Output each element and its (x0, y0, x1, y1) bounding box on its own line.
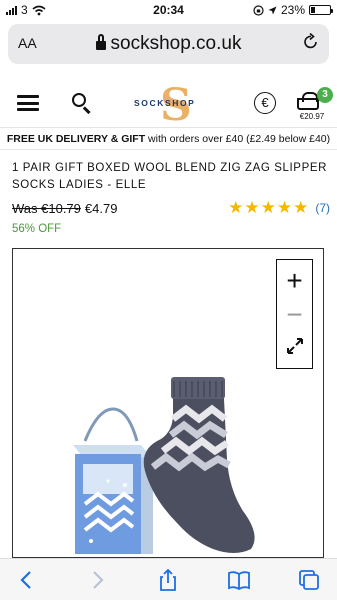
discount-label: 56% OFF (12, 223, 62, 235)
star-icon: ★ (228, 198, 244, 217)
forward-icon[interactable] (84, 567, 110, 593)
basket-button[interactable]: 3 €20.97 (295, 87, 333, 122)
delivery-headline: FREE UK DELIVERY & GIFT (6, 133, 146, 145)
hamburger-icon[interactable] (17, 95, 39, 111)
location-icon (268, 6, 277, 14)
basket-count-badge: 3 (317, 87, 333, 103)
site-header: S SOCKSHOP € 3 €20.97 (0, 78, 337, 131)
delivery-detail: with orders over £40 (£2.49 below £40) (145, 133, 331, 145)
currency-selector[interactable]: € (254, 92, 276, 114)
lock-icon (95, 34, 106, 50)
euro-icon: € (261, 95, 269, 110)
tabs-icon[interactable] (296, 567, 322, 593)
status-bar: 3 20:34 23% (0, 0, 337, 20)
url-field[interactable]: sockshop.co.uk (8, 33, 329, 55)
zoom-in-button[interactable]: + (277, 266, 312, 296)
orientation-lock-icon (253, 4, 264, 16)
search-icon[interactable] (72, 93, 92, 114)
back-icon[interactable] (14, 567, 40, 593)
url-text: sockshop.co.uk (110, 33, 242, 54)
price-row: Was €10.79 €4.79 ★ ★ ★ ★ ★ (7) (12, 199, 330, 220)
reload-icon[interactable] (303, 32, 319, 55)
delivery-banner[interactable]: FREE UK DELIVERY & GIFT with orders over… (0, 128, 337, 150)
share-icon[interactable] (155, 567, 181, 593)
star-icon: ★ (276, 198, 293, 217)
product-image-viewer[interactable]: + − (12, 248, 324, 558)
basket-total: €20.97 (299, 112, 325, 121)
zoom-out-button[interactable]: − (277, 300, 312, 330)
status-right: 23% (253, 3, 333, 17)
star-icon: ★ (293, 198, 309, 217)
star-icon: ★ (260, 198, 276, 217)
was-price: Was €10.79 (12, 201, 81, 216)
bookmarks-icon[interactable] (226, 567, 252, 593)
basket-icon (297, 92, 319, 110)
star-icon: ★ (244, 198, 260, 217)
browser-toolbar (0, 558, 337, 600)
address-bar[interactable]: AA sockshop.co.uk (8, 24, 329, 64)
zoom-controls: + − (276, 259, 313, 369)
sock-illustration (143, 377, 255, 553)
battery-icon (309, 5, 333, 15)
fullscreen-icon[interactable] (285, 336, 305, 356)
site-logo[interactable]: S SOCKSHOP (134, 80, 208, 131)
current-price: €4.79 (84, 201, 118, 216)
battery-percent: 23% (280, 3, 305, 17)
gift-box-illustration (73, 407, 153, 554)
rating[interactable]: ★ ★ ★ ★ ★ (7) (228, 199, 330, 217)
product-title: 1 PAIR GIFT BOXED WOOL BLEND ZIG ZAG SLI… (12, 162, 328, 191)
review-count-link[interactable]: (7) (315, 201, 330, 215)
